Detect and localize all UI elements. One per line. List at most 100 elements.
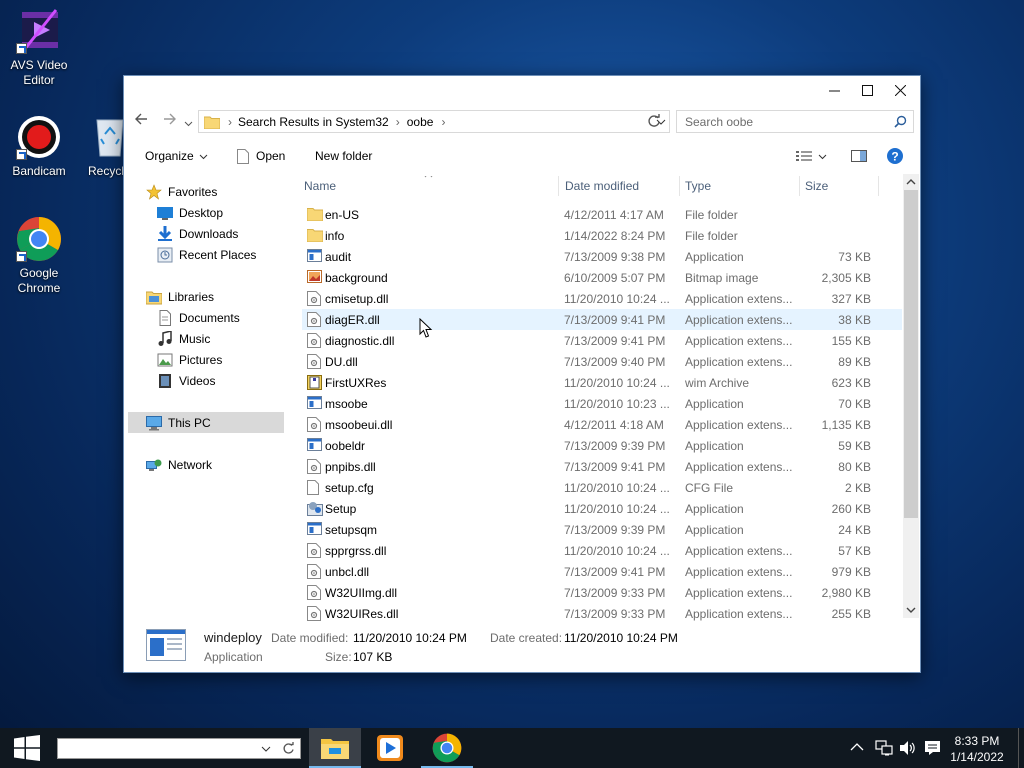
file-row[interactable]: Setup 11/20/2010 10:24 ... Application 260 … xyxy=(302,498,902,519)
column-name[interactable]: Name xyxy=(304,179,336,193)
details-size-label: Size: xyxy=(325,650,352,664)
taskbar-search-input[interactable] xyxy=(57,738,301,759)
file-row[interactable]: background 6/10/2009 5:07 PM Bitmap image 2… xyxy=(302,267,902,288)
open-label: Open xyxy=(256,149,286,163)
help-button[interactable]: ? xyxy=(887,148,903,167)
file-row[interactable]: en-US 4/12/2011 4:17 AM File folder xyxy=(302,204,902,225)
file-row[interactable]: diagnostic.dll 7/13/2009 9:41 PM Applicati… xyxy=(302,330,902,351)
file-date-modified: 7/13/2009 9:41 PM xyxy=(564,313,666,327)
vertical-scrollbar[interactable] xyxy=(903,174,919,618)
preview-pane-icon xyxy=(851,150,867,162)
nav-desktop[interactable]: Desktop xyxy=(157,202,223,223)
nav-videos[interactable]: Videos xyxy=(157,370,215,391)
file-row[interactable]: W32UIRes.dll 7/13/2009 9:33 PM Application… xyxy=(302,603,902,621)
column-type[interactable]: Type xyxy=(685,179,711,193)
nav-network[interactable]: Network xyxy=(146,454,212,475)
preview-pane-button[interactable] xyxy=(851,150,867,165)
show-hidden-icons-button[interactable] xyxy=(850,741,864,755)
dll-icon xyxy=(307,585,321,600)
file-row[interactable]: pnpibs.dll 7/13/2009 9:41 PM Application e… xyxy=(302,456,902,477)
desktop-icon-recycle-bin[interactable]: Recycl xyxy=(83,114,127,179)
new-folder-button[interactable]: New folder xyxy=(315,149,372,163)
nav-label: Pictures xyxy=(179,352,223,367)
dll-icon xyxy=(307,417,321,432)
recent-locations-button[interactable] xyxy=(184,115,193,133)
file-row[interactable]: msoobe 11/20/2010 10:23 ... Application 70 … xyxy=(302,393,902,414)
scrollbar-thumb[interactable] xyxy=(904,190,918,518)
nav-favorites[interactable]: Favorites xyxy=(146,181,217,202)
application-icon xyxy=(146,629,186,661)
file-row[interactable]: FirstUXRes 11/20/2010 10:24 ... wim Archiv… xyxy=(302,372,902,393)
file-size: 2 KB xyxy=(844,481,871,495)
details-file-type: Application xyxy=(204,650,263,664)
maximize-button[interactable] xyxy=(851,76,884,104)
desktop-icon-chrome[interactable]: Google Chrome xyxy=(0,216,78,296)
taskbar-media-player[interactable] xyxy=(364,728,416,768)
close-button[interactable] xyxy=(884,76,917,104)
chevron-down-icon xyxy=(184,121,193,127)
address-bar[interactable]: › Search Results in System32 › oobe › xyxy=(198,110,670,133)
file-name: diagnostic.dll xyxy=(325,334,395,348)
nav-libraries[interactable]: Libraries xyxy=(146,286,214,307)
sort-ascending-icon xyxy=(424,176,433,178)
file-name: info xyxy=(325,229,345,243)
clock[interactable]: 8:33 PM 1/14/2022 xyxy=(947,733,1007,765)
title-bar[interactable] xyxy=(124,76,920,104)
open-button[interactable]: Open xyxy=(237,148,286,164)
column-size[interactable]: Size xyxy=(805,179,828,193)
organize-menu[interactable]: Organize xyxy=(145,149,208,163)
details-size-value: 107 KB xyxy=(353,650,393,664)
nav-recent-places[interactable]: Recent Places xyxy=(157,244,256,265)
desktop-icon-bandicam[interactable]: Bandicam xyxy=(0,114,78,179)
file-type: File folder xyxy=(685,229,738,243)
back-button[interactable] xyxy=(134,112,148,131)
nav-this-pc[interactable]: This PC xyxy=(128,412,284,433)
forward-button[interactable] xyxy=(163,112,177,131)
search-input[interactable]: Search oobe xyxy=(676,110,914,133)
file-row[interactable]: DU.dll 7/13/2009 9:40 PM Application exten… xyxy=(302,351,902,372)
organize-label: Organize xyxy=(145,149,194,163)
nav-music[interactable]: Music xyxy=(157,328,210,349)
file-type: Application extens... xyxy=(685,334,793,348)
volume-tray-button[interactable] xyxy=(899,740,917,759)
nav-pictures[interactable]: Pictures xyxy=(157,349,222,370)
taskbar-file-explorer[interactable] xyxy=(309,728,361,768)
arrow-right-icon xyxy=(164,113,176,125)
breadcrumb-search-results[interactable]: Search Results in System32 xyxy=(238,115,389,129)
file-row[interactable]: audit 7/13/2009 9:38 PM Application 73 KB xyxy=(302,246,902,267)
show-desktop-button[interactable] xyxy=(1018,728,1024,768)
file-row[interactable]: cmisetup.dll 11/20/2010 10:24 ... Applicat… xyxy=(302,288,902,309)
file-row[interactable]: spprgrss.dll 11/20/2010 10:24 ... Applicat… xyxy=(302,540,902,561)
file-name: msoobeui.dll xyxy=(325,418,393,432)
search-placeholder: Search oobe xyxy=(685,114,754,129)
file-row[interactable]: setup.cfg 11/20/2010 10:24 ... CFG File 2 K… xyxy=(302,477,902,498)
file-row[interactable]: unbcl.dll 7/13/2009 9:41 PM Application ex… xyxy=(302,561,902,582)
start-button[interactable] xyxy=(0,728,54,768)
action-center-button[interactable] xyxy=(924,740,941,759)
scroll-up-icon[interactable] xyxy=(903,175,919,189)
network-tray-button[interactable] xyxy=(875,740,893,759)
file-row[interactable]: msoobeui.dll 4/12/2011 4:18 AM Application… xyxy=(302,414,902,435)
change-view-button[interactable] xyxy=(796,150,827,162)
file-type: Application extens... xyxy=(685,544,793,558)
dll-icon xyxy=(307,333,321,348)
file-row[interactable]: diagER.dll 7/13/2009 9:41 PM Application e… xyxy=(302,309,902,330)
file-name: FirstUXRes xyxy=(325,376,387,390)
nav-downloads[interactable]: Downloads xyxy=(157,223,238,244)
desktop-icon-avs[interactable]: AVS Video Editor xyxy=(0,8,78,88)
desktop-icon xyxy=(157,206,173,220)
dll-icon xyxy=(307,291,321,306)
taskbar-chrome[interactable] xyxy=(421,728,473,768)
file-row[interactable]: setupsqm 7/13/2009 9:39 PM Application 24 K… xyxy=(302,519,902,540)
file-size: 38 KB xyxy=(838,313,871,327)
file-row[interactable]: info 1/14/2022 8:24 PM File folder xyxy=(302,225,902,246)
refresh-button[interactable] xyxy=(647,114,661,131)
chevron-up-icon xyxy=(850,743,864,751)
minimize-button[interactable] xyxy=(818,76,851,104)
file-row[interactable]: oobeldr 7/13/2009 9:39 PM Application 59 KB xyxy=(302,435,902,456)
nav-documents[interactable]: Documents xyxy=(157,307,240,328)
breadcrumb-oobe[interactable]: oobe xyxy=(407,115,434,129)
file-row[interactable]: W32UIImg.dll 7/13/2009 9:33 PM Application… xyxy=(302,582,902,603)
column-date-modified[interactable]: Date modified xyxy=(565,179,639,193)
scroll-down-icon[interactable] xyxy=(903,603,919,617)
